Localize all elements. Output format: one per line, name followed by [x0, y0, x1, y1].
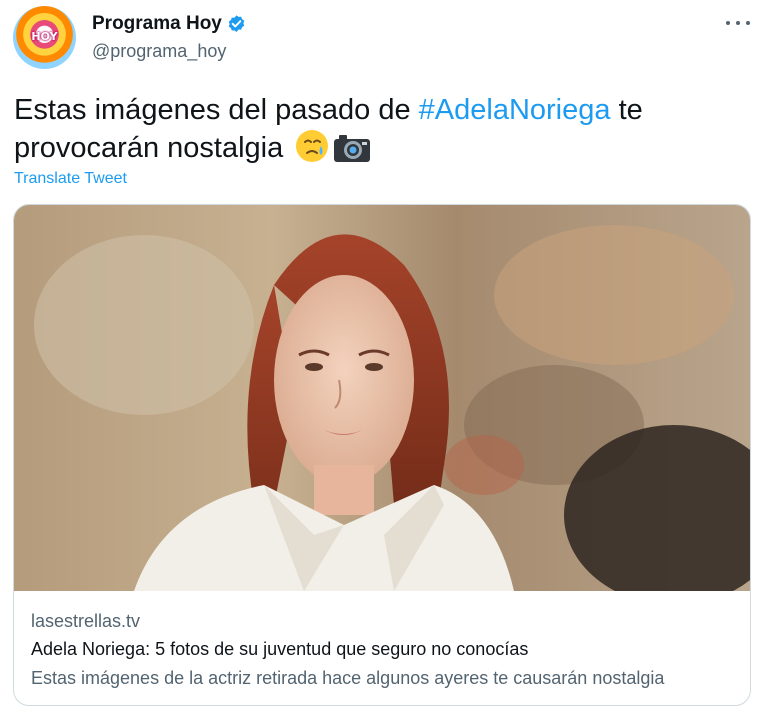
- card-title: Adela Noriega: 5 fotos de su juventud qu…: [31, 639, 529, 659]
- avatar[interactable]: HOY: [13, 6, 76, 69]
- translate-tweet-link[interactable]: Translate Tweet: [14, 170, 127, 188]
- avatar-logo: HOY: [31, 30, 58, 43]
- link-card[interactable]: lasestrellas.tv Adela Noriega: 5 fotos d…: [13, 204, 751, 706]
- verified-badge-icon: [226, 14, 247, 35]
- author-name-row: Programa Hoy: [92, 11, 247, 37]
- tweet-text: Estas imágenes del pasado de #AdelaNorie…: [14, 91, 754, 173]
- more-options-icon[interactable]: [726, 13, 750, 33]
- author-handle[interactable]: @programa_hoy: [92, 41, 226, 62]
- tweet-text-start: Estas imágenes del pasado de: [14, 94, 419, 126]
- face-holding-back-tears-icon: [295, 129, 329, 173]
- author-display-name[interactable]: Programa Hoy: [92, 13, 222, 35]
- tweet: HOY Programa Hoy @programa_hoy Estas imá…: [0, 0, 768, 717]
- camera-icon: [333, 133, 371, 173]
- card-description: Estas imágenes de la actriz retirada hac…: [31, 668, 665, 688]
- hashtag-link[interactable]: #AdelaNoriega: [419, 94, 611, 126]
- card-image[interactable]: [14, 205, 750, 591]
- card-domain: lasestrellas.tv: [31, 611, 141, 631]
